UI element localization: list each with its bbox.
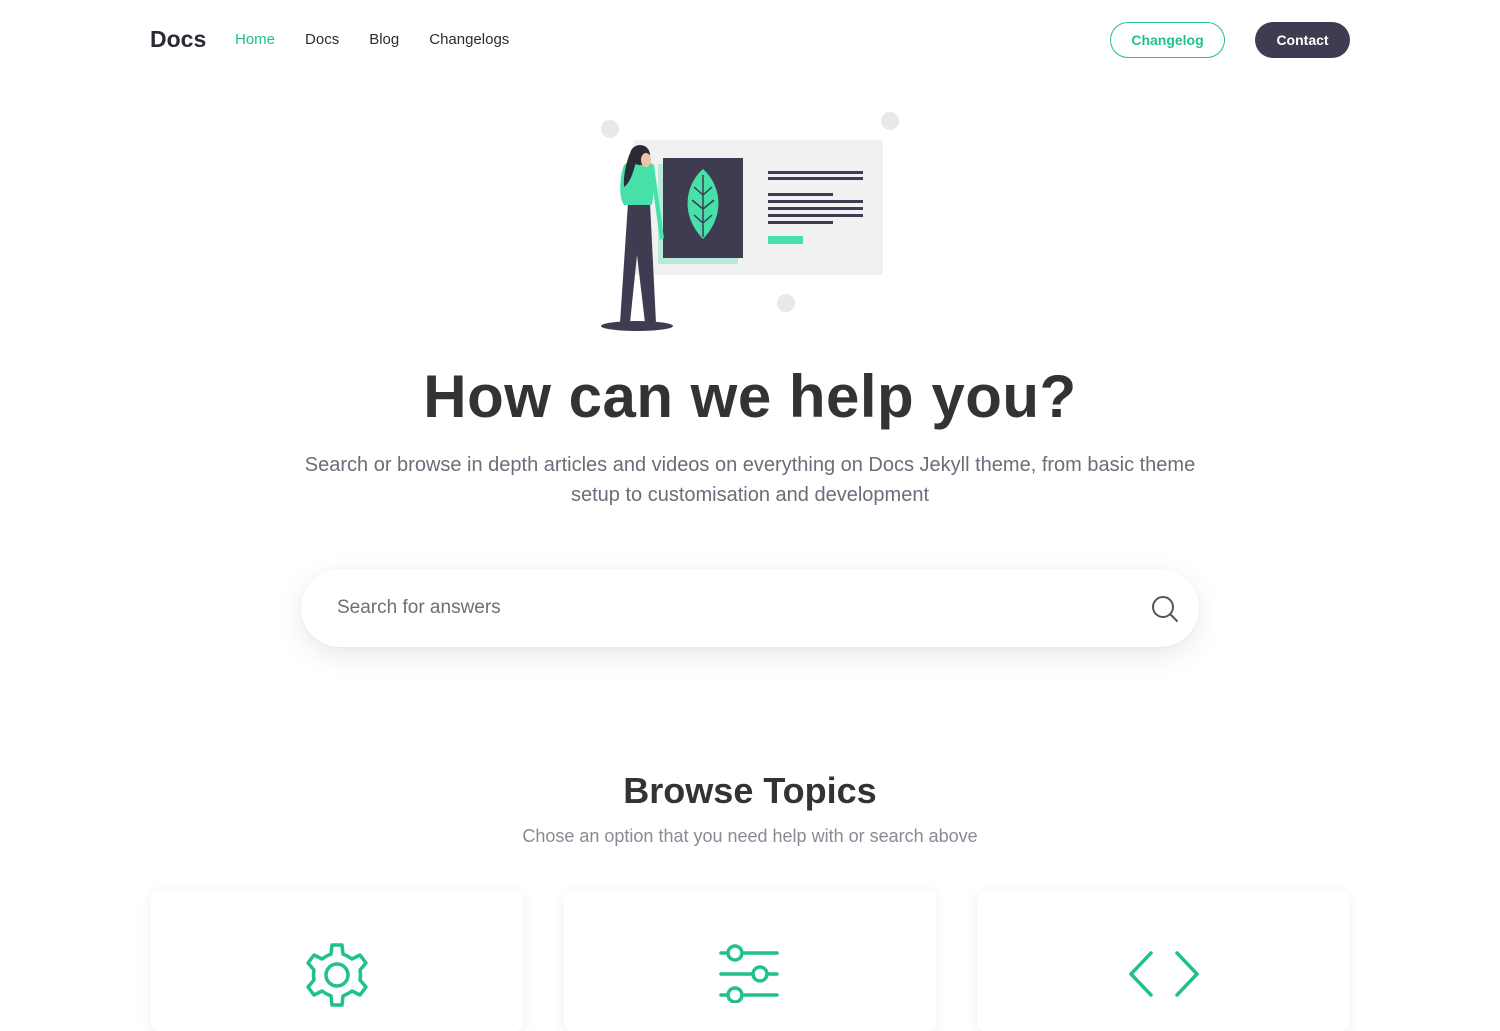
hero-illustration <box>601 112 899 331</box>
search-box <box>301 569 1199 647</box>
gear-icon <box>306 943 368 1007</box>
changelog-button[interactable]: Changelog <box>1110 22 1225 58</box>
nav-links: Home Docs Blog Changelogs <box>235 31 539 48</box>
hero-title: How can we help you? <box>423 363 1077 430</box>
sliders-icon <box>719 944 779 1003</box>
topic-card-2[interactable] <box>564 891 936 1031</box>
topic-card-3[interactable] <box>977 891 1349 1031</box>
navbar: Docs Home Docs Blog Changelogs Changelog… <box>0 0 1500 80</box>
nav-link-changelogs[interactable]: Changelogs <box>429 31 509 48</box>
nav-link-home[interactable]: Home <box>235 31 275 48</box>
section-title: Browse Topics <box>623 770 877 811</box>
hero-subtitle: Search or browse in depth articles and v… <box>304 454 1196 506</box>
search-input[interactable] <box>337 593 1097 623</box>
topic-card-1[interactable] <box>151 891 523 1031</box>
nav-link-docs[interactable]: Docs <box>305 31 339 48</box>
code-icon <box>1129 951 1199 997</box>
search-icon[interactable] <box>1151 595 1179 623</box>
nav-link-blog[interactable]: Blog <box>369 31 399 48</box>
section-subtitle: Chose an option that you need help with … <box>522 826 978 846</box>
contact-button[interactable]: Contact <box>1255 22 1350 58</box>
brand-logo[interactable]: Docs <box>150 26 206 53</box>
